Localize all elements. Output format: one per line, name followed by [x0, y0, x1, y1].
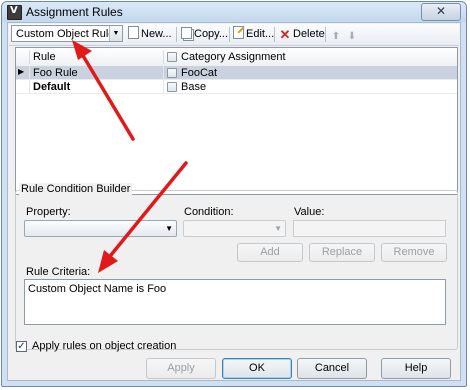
- rule-set-value: Custom Object Rules: [16, 28, 120, 40]
- copy-button-label: Copy...: [194, 28, 229, 40]
- rule-set-dropdown[interactable]: Custom Object Rules ▼: [11, 25, 123, 42]
- edit-button-label: Edit...: [246, 28, 275, 40]
- assignment-rules-dialog: Assignment Rules ✕ Custom Object Rules ▼…: [1, 1, 467, 387]
- column-header-rule[interactable]: Rule: [33, 51, 56, 63]
- rule-condition-builder-title: Rule Condition Builder: [19, 183, 133, 195]
- replace-button[interactable]: Replace: [309, 243, 375, 262]
- copy-icon: [181, 27, 192, 39]
- apply-on-creation-label: Apply rules on object creation: [32, 340, 177, 352]
- toolbar-separator: [176, 27, 177, 42]
- select-all-checkbox[interactable]: [167, 52, 177, 62]
- rule-criteria-textbox[interactable]: Custom Object Name is Foo: [24, 279, 446, 325]
- help-button[interactable]: Help: [381, 358, 451, 379]
- remove-button[interactable]: Remove: [381, 243, 447, 262]
- apply-on-creation-checkbox[interactable]: ✓: [16, 341, 27, 352]
- chevron-down-icon: ▼: [274, 224, 282, 233]
- move-up-button[interactable]: ⬆: [330, 26, 344, 42]
- delete-x-icon: ✕: [279, 27, 291, 42]
- column-separator: [163, 50, 164, 64]
- category-cell-label: Base: [181, 81, 207, 93]
- toolbar-separator: [274, 27, 275, 42]
- category-cell-label: FooCat: [181, 67, 218, 79]
- edit-button[interactable]: Edit...: [233, 26, 274, 42]
- chevron-down-icon: ▼: [165, 224, 173, 233]
- title-bar: Assignment Rules ✕: [2, 2, 466, 22]
- delete-button-label: Delete: [293, 28, 325, 40]
- condition-dropdown[interactable]: ▼: [183, 220, 286, 237]
- property-dropdown[interactable]: ▼: [24, 220, 177, 237]
- category-cell: FooCat: [167, 67, 217, 79]
- edit-pencil-icon: [233, 26, 244, 39]
- new-button[interactable]: New...: [128, 26, 172, 42]
- ok-button[interactable]: OK: [222, 358, 292, 379]
- rules-grid[interactable]: Rule Category Assignment ▶ Foo Rule FooC…: [15, 47, 458, 195]
- rule-criteria-text: Custom Object Name is Foo: [28, 283, 167, 295]
- arrow-up-icon: ⬆: [331, 31, 341, 42]
- grid-header: Rule Category Assignment: [16, 48, 457, 67]
- app-icon: [7, 5, 22, 20]
- delete-button[interactable]: ✕ Delete: [279, 26, 325, 42]
- close-button[interactable]: ✕: [421, 3, 461, 21]
- condition-label: Condition:: [184, 206, 234, 218]
- category-cell: Base: [167, 81, 206, 93]
- table-row[interactable]: ▶ Foo Rule FooCat: [16, 66, 457, 80]
- toolbar: Custom Object Rules ▼ New... Copy... Edi…: [9, 24, 459, 46]
- row-divider: [16, 93, 457, 94]
- move-down-button[interactable]: ⬇: [346, 26, 360, 42]
- row-checkbox[interactable]: [167, 82, 177, 92]
- toolbar-separator: [229, 27, 230, 42]
- chevron-down-icon[interactable]: ▼: [109, 26, 122, 41]
- new-button-label: New...: [141, 28, 172, 40]
- value-label: Value:: [294, 206, 325, 218]
- rule-name-cell: Foo Rule: [33, 67, 78, 79]
- property-label: Property:: [26, 206, 71, 218]
- cell-separator: [163, 66, 164, 80]
- cell-separator: [163, 80, 164, 94]
- column-header-category[interactable]: Category Assignment: [167, 51, 286, 63]
- cancel-button[interactable]: Cancel: [297, 358, 367, 379]
- cell-separator: [29, 66, 30, 80]
- column-separator: [29, 50, 30, 64]
- copy-button[interactable]: Copy...: [181, 26, 228, 42]
- row-indicator-icon: ▶: [18, 67, 25, 76]
- apply-button[interactable]: Apply: [146, 358, 216, 379]
- cell-separator: [29, 80, 30, 94]
- value-field[interactable]: [293, 220, 446, 237]
- window-title: Assignment Rules: [26, 5, 123, 19]
- arrow-down-icon: ⬇: [347, 31, 357, 42]
- table-row[interactable]: Default Base: [16, 80, 457, 94]
- rule-name-cell: Default: [33, 81, 71, 93]
- dialog-body: Custom Object Rules ▼ New... Copy... Edi…: [7, 22, 461, 381]
- rule-criteria-label: Rule Criteria:: [26, 266, 91, 278]
- toolbar-separator: [325, 27, 326, 42]
- new-document-icon: [128, 26, 139, 39]
- row-checkbox[interactable]: [167, 68, 177, 78]
- add-button[interactable]: Add: [237, 243, 303, 262]
- column-header-category-label: Category Assignment: [181, 51, 286, 63]
